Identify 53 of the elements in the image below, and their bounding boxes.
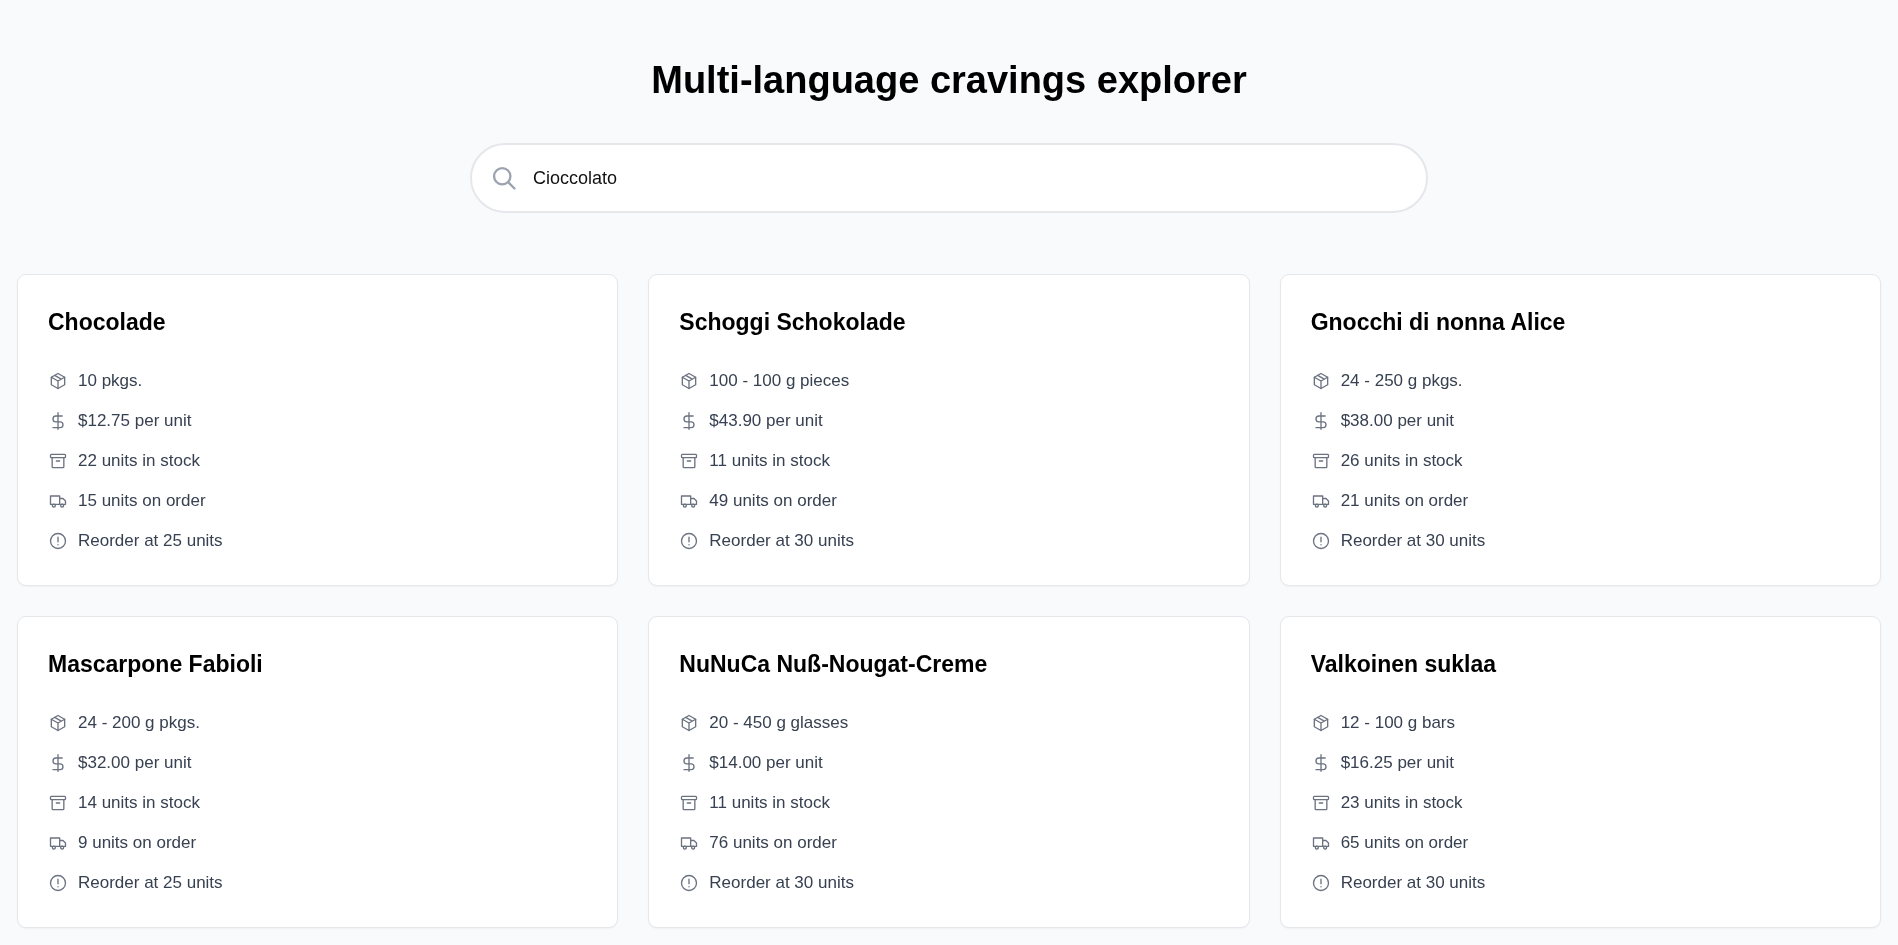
product-detail: 21 units on order xyxy=(1340,491,1469,511)
product-detail: 10 pkgs. xyxy=(78,371,143,391)
product-detail: 100 - 100 g pieces xyxy=(709,371,850,391)
cube-icon xyxy=(48,713,68,733)
product-name: Chocolade xyxy=(48,308,167,337)
alert-circle-icon xyxy=(679,531,700,551)
page-title: Multi-language cravings explorer xyxy=(650,58,1248,103)
product-detail: Reorder at 30 units xyxy=(709,531,854,551)
archive-box-icon xyxy=(48,451,68,471)
product-detail: 76 units on order xyxy=(709,833,837,853)
product-detail: $43.90 per unit xyxy=(709,411,823,431)
archive-box-icon xyxy=(679,793,700,813)
product-detail: 24 - 250 g pkgs. xyxy=(1340,371,1463,391)
product-detail: Reorder at 25 units xyxy=(78,531,223,551)
alert-circle-icon xyxy=(1310,531,1331,551)
product-detail: Reorder at 25 units xyxy=(78,873,223,893)
archive-box-icon xyxy=(679,451,700,471)
alert-circle-icon xyxy=(679,873,700,893)
product-detail: Reorder at 30 units xyxy=(1340,873,1486,893)
product-detail: 11 units in stock xyxy=(709,451,830,471)
search-field[interactable]: Cioccolato xyxy=(470,143,1428,213)
product-detail: $12.75 per unit xyxy=(78,411,192,431)
product-detail: 9 units on order xyxy=(78,833,197,853)
archive-box-icon xyxy=(1310,451,1331,471)
product-detail: 26 units in stock xyxy=(1340,451,1463,471)
product-detail: 24 - 200 g pkgs. xyxy=(78,713,200,733)
product-detail: 49 units on order xyxy=(709,491,837,511)
archive-box-icon xyxy=(1310,793,1331,813)
product-detail: $32.00 per unit xyxy=(78,753,192,773)
product-detail: $16.25 per unit xyxy=(1340,753,1455,773)
product-detail: 14 units in stock xyxy=(78,793,200,813)
product-name: Schoggi Schokolade xyxy=(679,308,907,337)
alert-circle-icon xyxy=(1310,873,1331,893)
product-detail: 22 units in stock xyxy=(78,451,200,471)
product-detail: $38.00 per unit xyxy=(1340,411,1455,431)
product-name: Valkoinen suklaa xyxy=(1310,650,1498,679)
product-detail: 23 units in stock xyxy=(1340,793,1463,813)
product-detail: 11 units in stock xyxy=(709,793,830,813)
cube-icon xyxy=(48,371,68,391)
product-detail: 15 units on order xyxy=(78,491,206,511)
product-detail: 20 - 450 g glasses xyxy=(709,713,849,733)
product-detail: $14.00 per unit xyxy=(709,753,823,773)
product-detail: 12 - 100 g bars xyxy=(1340,713,1455,733)
product-name: Gnocchi di nonna Alice xyxy=(1310,308,1567,337)
product-name: Mascarpone Fabioli xyxy=(48,650,264,679)
alert-circle-icon xyxy=(48,873,68,893)
product-detail: Reorder at 30 units xyxy=(709,873,854,893)
alert-circle-icon xyxy=(48,531,68,551)
product-detail: Reorder at 30 units xyxy=(1340,531,1486,551)
search-icon xyxy=(490,164,518,192)
product-name: NuNuCa Nuß-Nougat-Creme xyxy=(679,650,989,679)
product-detail: 65 units on order xyxy=(1340,833,1469,853)
archive-box-icon xyxy=(48,793,68,813)
